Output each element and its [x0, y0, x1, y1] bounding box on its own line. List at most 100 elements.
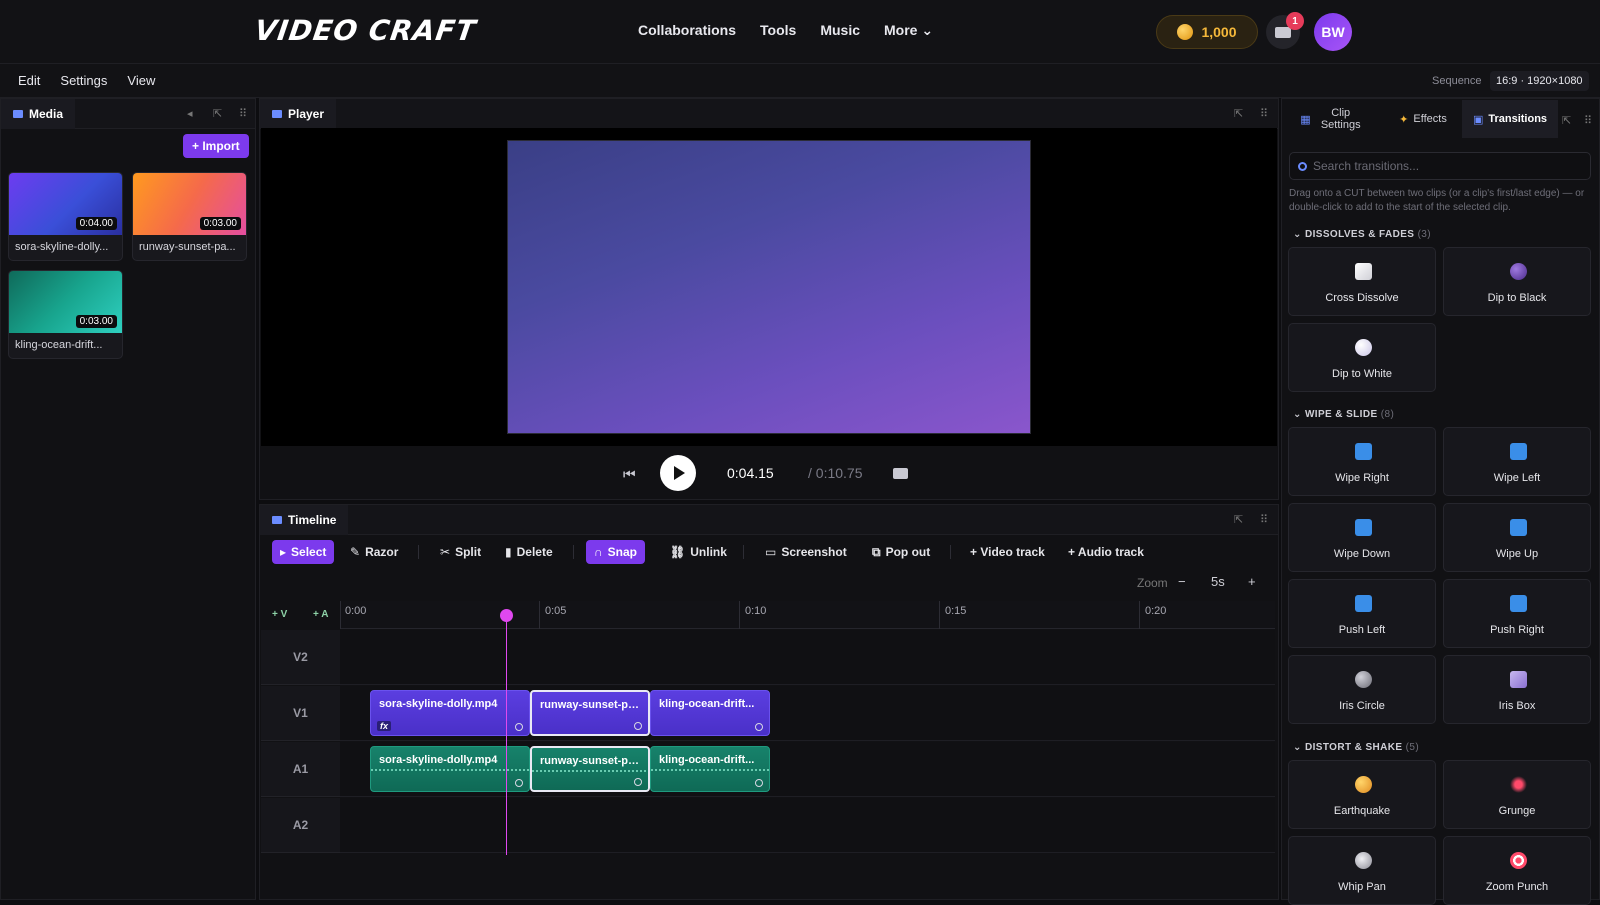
sparkle-icon: ✦: [1399, 113, 1409, 126]
play-button[interactable]: [660, 455, 696, 491]
skip-back-icon[interactable]: ⏮: [623, 466, 636, 483]
arrow-up-icon: [1510, 519, 1527, 536]
section-distort-shake[interactable]: ⌄ DISTORT & SHAKE (5): [1293, 742, 1419, 753]
screenshot-button-label: Screenshot: [781, 545, 847, 559]
add-audio-track-button[interactable]: + Audio track: [1060, 540, 1152, 564]
media-name: runway-sunset-pa...: [139, 241, 236, 253]
timeline-tab[interactable]: Timeline: [260, 505, 349, 535]
avatar[interactable]: BW: [1314, 13, 1352, 51]
expand-icon[interactable]: ⇱: [1562, 114, 1571, 127]
transition-card[interactable]: Wipe Right: [1288, 427, 1436, 496]
menu-edit[interactable]: Edit: [18, 73, 40, 88]
select-tool[interactable]: ▸ Select: [272, 540, 335, 564]
tab-transitions[interactable]: ▣ Transitions: [1462, 100, 1558, 138]
expand-icon[interactable]: ⇱: [1234, 513, 1243, 526]
transition-card[interactable]: Push Left: [1288, 579, 1436, 648]
timeline-panel-header: Timeline ⇱ ⠿: [260, 505, 1278, 535]
split-button[interactable]: ✂ Split: [432, 540, 489, 564]
nav-more[interactable]: More ⌄: [884, 22, 933, 39]
transition-label: Iris Box: [1498, 700, 1536, 712]
nav-music[interactable]: Music: [820, 22, 860, 39]
shocked-face-icon: [1355, 776, 1372, 793]
transition-card[interactable]: Zoom Punch: [1443, 836, 1591, 905]
transition-card[interactable]: Earthquake: [1288, 760, 1436, 829]
camera-icon[interactable]: [893, 468, 908, 479]
audio-clip-selected[interactable]: runway-sunset-pa...: [530, 746, 650, 792]
transition-card[interactable]: Whip Pan: [1288, 836, 1436, 905]
section-dissolves-fades[interactable]: ⌄ DISSOLVES & FADES (3): [1293, 229, 1431, 240]
add-video-track-button[interactable]: + Video track: [962, 540, 1053, 564]
whip-icon: [1355, 852, 1372, 869]
coin-amount: 1,000: [1201, 24, 1237, 40]
nav-tools[interactable]: Tools: [760, 22, 796, 39]
transition-card[interactable]: Wipe Up: [1443, 503, 1591, 572]
toolbar-divider: [950, 545, 951, 559]
playhead-handle[interactable]: [500, 609, 513, 622]
zoom-out-button[interactable]: −: [1178, 574, 1186, 589]
sequence-format[interactable]: 16:9 · 1920×1080: [1490, 71, 1589, 91]
pop-out-button[interactable]: ⧉ Pop out: [864, 540, 938, 564]
transition-card[interactable]: Dip to White: [1288, 323, 1436, 392]
fx-badge[interactable]: fx: [377, 721, 392, 731]
collapse-left-icon[interactable]: ◂: [187, 107, 193, 120]
toolbar-divider: [573, 545, 574, 559]
track-label-v1[interactable]: V1: [261, 686, 340, 741]
video-clip-selected[interactable]: runway-sunset-pa...: [530, 690, 650, 736]
media-item[interactable]: 0:03.00 runway-sunset-pa...: [132, 172, 247, 261]
section-wipe-slide[interactable]: ⌄ WIPE & SLIDE (8): [1293, 409, 1394, 420]
add-audio-track-shortcut[interactable]: + A: [313, 609, 328, 620]
expand-icon[interactable]: ⇱: [213, 107, 222, 120]
razor-tool[interactable]: ✎ Razor: [342, 540, 406, 564]
delete-button[interactable]: ▮ Delete: [497, 540, 561, 564]
drag-handle-icon[interactable]: ⠿: [239, 107, 247, 120]
track-label-a2[interactable]: A2: [261, 798, 340, 853]
audio-clip[interactable]: kling-ocean-drift...: [650, 746, 770, 792]
video-clip[interactable]: kling-ocean-drift...: [650, 690, 770, 736]
timeline-tab-label: Timeline: [288, 513, 337, 527]
transition-card[interactable]: Push Right: [1443, 579, 1591, 648]
clip-name: sora-skyline-dolly.mp4: [379, 698, 498, 710]
add-video-track-shortcut[interactable]: + V: [272, 609, 287, 620]
tab-effects[interactable]: ✦ Effects: [1384, 100, 1462, 138]
transition-card[interactable]: Dip to Black: [1443, 247, 1591, 316]
tab-clip-settings[interactable]: ▦ Clip Settings: [1283, 100, 1383, 138]
transition-card[interactable]: Cross Dissolve: [1288, 247, 1436, 316]
expand-icon[interactable]: ⇱: [1234, 107, 1243, 120]
coin-balance[interactable]: 1,000: [1156, 15, 1258, 49]
transition-card[interactable]: Iris Circle: [1288, 655, 1436, 724]
media-duration: 0:03.00: [75, 315, 117, 328]
section-count: (8): [1380, 409, 1395, 420]
drag-handle-icon[interactable]: ⠿: [1584, 114, 1592, 127]
drag-handle-icon[interactable]: ⠿: [1260, 107, 1268, 120]
section-count: (3): [1417, 229, 1431, 240]
track-v2[interactable]: [340, 630, 1275, 685]
transition-card[interactable]: Wipe Down: [1288, 503, 1436, 572]
media-item[interactable]: 0:03.00 kling-ocean-drift...: [8, 270, 123, 359]
drag-handle-icon[interactable]: ⠿: [1260, 513, 1268, 526]
menu-view[interactable]: View: [127, 73, 155, 88]
track-label-v2[interactable]: V2: [261, 630, 340, 685]
transition-search[interactable]: [1289, 152, 1591, 180]
search-input[interactable]: [1313, 159, 1583, 173]
app-logo[interactable]: VIDEO CRAFT: [253, 14, 479, 47]
transition-card[interactable]: Iris Box: [1443, 655, 1591, 724]
media-tab[interactable]: Media: [1, 99, 76, 129]
screenshot-button[interactable]: ▭ Screenshot: [757, 540, 855, 564]
playhead[interactable]: [506, 615, 507, 855]
time-ruler[interactable]: 0:00 0:05 0:10 0:15 0:20: [340, 601, 1275, 629]
player-tab[interactable]: Player: [260, 99, 337, 129]
tab-transitions-label: Transitions: [1488, 113, 1548, 125]
transition-card[interactable]: Wipe Left: [1443, 427, 1591, 496]
media-item[interactable]: 0:04.00 sora-skyline-dolly...: [8, 172, 123, 261]
menu-settings[interactable]: Settings: [60, 73, 107, 88]
track-label-a1[interactable]: A1: [261, 742, 340, 797]
track-a2[interactable]: [340, 798, 1275, 853]
import-button[interactable]: + Import: [183, 134, 249, 158]
zoom-in-button[interactable]: +: [1248, 574, 1256, 589]
unlink-button[interactable]: ⛓ Unlink: [662, 540, 735, 564]
video-preview[interactable]: [507, 140, 1031, 434]
nav-collaborations[interactable]: Collaborations: [638, 22, 736, 39]
transition-label: Wipe Right: [1335, 472, 1389, 484]
transition-card[interactable]: Grunge: [1443, 760, 1591, 829]
snap-toggle[interactable]: ∩ Snap: [586, 540, 646, 564]
